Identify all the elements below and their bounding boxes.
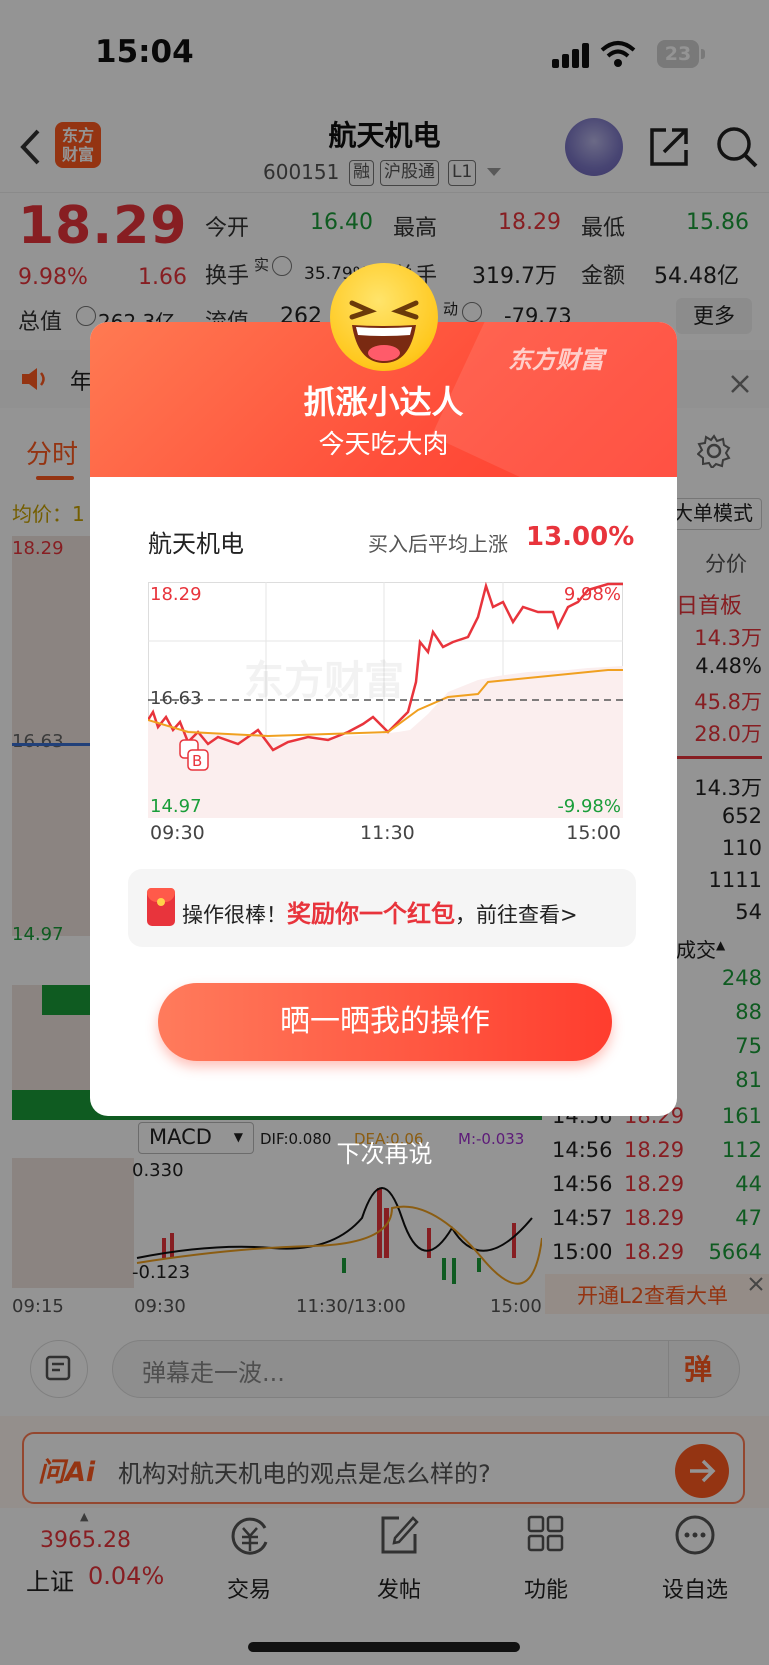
chart-min-price: 14.97: [150, 796, 202, 817]
intraday-chart: 东方财富 B: [148, 582, 623, 818]
modal-title: 抓涨小达人: [303, 383, 464, 421]
emoji-face: [349, 300, 419, 363]
rise-value: 13.00%: [526, 522, 635, 552]
chart-time-mid: 11:30: [360, 822, 415, 844]
svg-text:B: B: [192, 752, 202, 770]
rise-label: 买入后平均上涨: [368, 532, 508, 556]
chart-time-end: 15:00: [566, 822, 621, 844]
app-screen: 15:04 23 东方财富 航天机电 600151 融 沪股通 L1 18.29…: [0, 0, 769, 1665]
chart-max-pct: 9.98%: [563, 584, 621, 605]
chart-prev-close: 16.63: [150, 688, 202, 709]
laughing-emoji-icon: [330, 263, 438, 371]
chart-min-pct: -9.98%: [557, 796, 621, 817]
share-operation-button[interactable]: 晒一晒我的操作: [158, 983, 612, 1061]
reward-text-c: ，前往查看>: [455, 903, 578, 927]
modal-stock-name: 航天机电: [148, 530, 244, 558]
brand-watermark: 东方财富: [508, 346, 604, 374]
red-packet-icon: [147, 888, 175, 926]
chart-time-start: 09:30: [150, 822, 205, 844]
chart-max-price: 18.29: [150, 584, 202, 605]
chart-watermark: 东方财富: [244, 658, 404, 704]
reward-text[interactable]: 操作很棒！奖励你一个红包，前往查看>: [182, 894, 578, 929]
reward-text-a: 操作很棒！: [182, 903, 287, 927]
home-indicator[interactable]: [248, 1642, 520, 1652]
reward-text-b: 奖励你一个红包: [287, 900, 455, 928]
achievement-modal: 东方财富 抓涨小达人 今天吃大肉 航天机电 买入后平均上涨 13.00% 东方财…: [90, 322, 677, 1116]
modal-subtitle: 今天吃大肉: [318, 430, 449, 460]
dismiss-button[interactable]: 下次再说: [0, 1134, 769, 1169]
